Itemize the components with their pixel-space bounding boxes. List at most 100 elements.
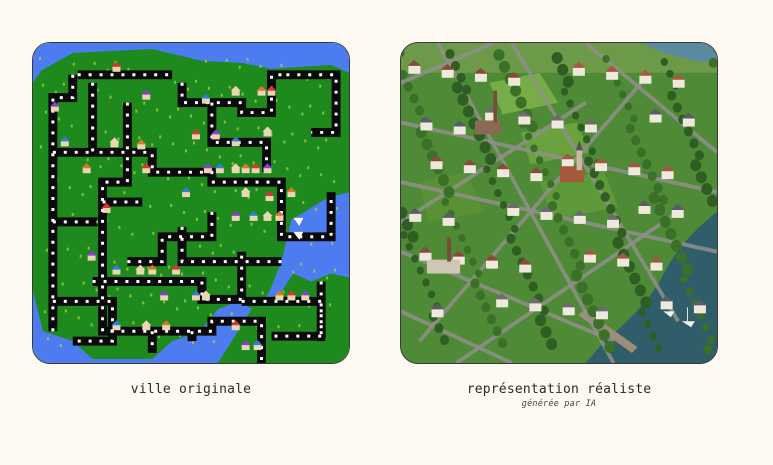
tree: [617, 227, 627, 238]
grass-speck: [320, 173, 323, 177]
tree: [528, 281, 538, 292]
tree: [437, 174, 450, 187]
house-wall: [583, 253, 596, 263]
grass-speck: [167, 177, 170, 181]
grass-speck: [77, 316, 80, 320]
church-tower: [576, 150, 583, 171]
house-wall: [519, 263, 532, 273]
grass-speck: [190, 114, 192, 118]
house-wall: [661, 170, 674, 180]
grass-speck: [43, 310, 46, 314]
pixel-city-map-image: [32, 42, 350, 364]
tree: [511, 245, 522, 256]
house-wall: [408, 64, 421, 74]
tree: [695, 171, 707, 184]
grass-speck: [135, 109, 138, 113]
grass-speck: [39, 145, 42, 149]
tree: [546, 338, 558, 351]
tree: [571, 269, 583, 282]
grass-speck: [126, 267, 129, 271]
tree: [642, 159, 652, 170]
house-wall: [420, 121, 433, 131]
grass-speck: [191, 341, 194, 345]
tree: [575, 260, 585, 271]
grass-speck: [81, 193, 84, 197]
tree: [494, 189, 502, 198]
grass-speck: [174, 80, 177, 84]
grass-speck: [177, 107, 180, 111]
grass-speck: [150, 293, 153, 297]
factory: [426, 259, 461, 274]
tree: [515, 96, 527, 109]
tree: [612, 236, 624, 249]
tree: [416, 266, 425, 275]
grass-speck: [93, 61, 96, 65]
tree: [672, 102, 682, 113]
tree: [582, 293, 594, 306]
grass-speck: [113, 260, 116, 264]
grass-speck: [252, 161, 255, 165]
grass-speck: [220, 93, 223, 97]
grass-speck: [72, 62, 75, 66]
grass-speck: [207, 86, 210, 90]
tree: [456, 72, 466, 83]
grass-speck: [288, 105, 291, 109]
grass-speck: [241, 92, 244, 96]
grass-speck: [248, 284, 251, 288]
house-wall: [639, 74, 652, 84]
grass-speck: [309, 104, 312, 108]
tree: [665, 227, 677, 240]
tree: [613, 78, 621, 87]
tree: [598, 329, 610, 342]
tree: [457, 93, 469, 106]
house-wall: [419, 251, 432, 261]
tree: [634, 284, 646, 297]
tree: [463, 245, 472, 254]
house-wall: [584, 123, 597, 133]
house-wall: [409, 212, 422, 222]
grass-speck: [259, 64, 262, 68]
caption-realistic: représentation réaliste générée par IA: [400, 382, 718, 409]
grass-speck: [181, 272, 184, 276]
grass-speck: [71, 212, 74, 216]
tree: [492, 326, 502, 337]
grass-speck: [109, 95, 112, 99]
grass-speck: [319, 84, 322, 88]
tree: [690, 159, 702, 172]
grass-speck: [62, 82, 65, 86]
grass-speck: [225, 58, 228, 62]
grass-speck: [205, 148, 208, 152]
grass-speck: [211, 251, 214, 255]
grass-speck: [57, 117, 60, 121]
grass-speck: [203, 209, 206, 213]
tree: [638, 308, 646, 317]
grass-speck: [204, 59, 207, 63]
grass-speck: [261, 291, 264, 295]
tree: [510, 84, 522, 97]
tree: [583, 135, 591, 144]
tree: [462, 105, 474, 118]
tree: [427, 290, 436, 299]
house-wall: [573, 214, 586, 224]
grass-speck: [196, 306, 199, 310]
house-wall: [638, 204, 651, 214]
house-wall: [442, 216, 455, 226]
grass-speck: [163, 300, 166, 304]
tree: [606, 203, 616, 214]
grass-speck: [254, 99, 257, 103]
grass-speck: [159, 135, 162, 139]
grass-speck: [334, 268, 337, 272]
tree: [458, 233, 466, 242]
grass-speck: [239, 154, 242, 158]
tree: [451, 81, 463, 94]
grass-speck: [64, 309, 67, 313]
grass-speck: [172, 142, 175, 146]
grass-speck: [86, 158, 89, 162]
tree: [524, 132, 533, 141]
grass-speck: [223, 120, 226, 124]
tree: [625, 123, 635, 134]
tree: [566, 99, 574, 108]
grass-speck: [118, 225, 121, 229]
grass-speck: [107, 157, 110, 161]
grass-speck: [99, 165, 102, 169]
